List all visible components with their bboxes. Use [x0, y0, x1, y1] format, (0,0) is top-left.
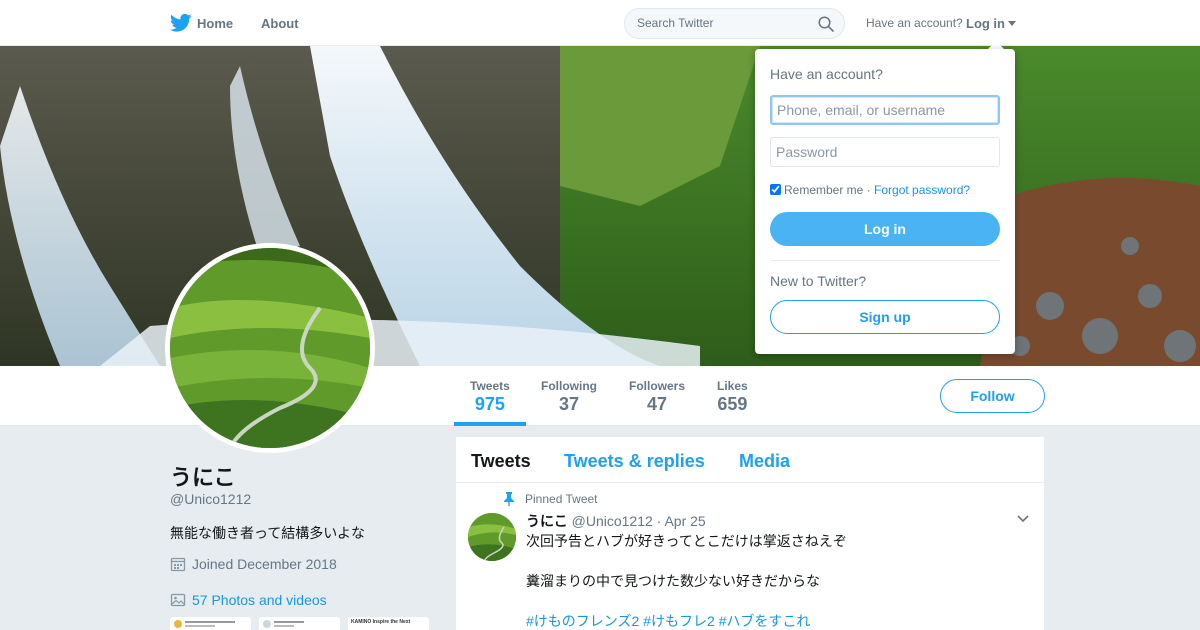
stat-following[interactable]: Following 37	[541, 379, 597, 415]
dropdown-title: Have an account?	[770, 66, 883, 82]
tweet-author-handle[interactable]: @Unico1212	[572, 513, 653, 529]
stat-value: 47	[646, 394, 668, 414]
new-to-twitter-label: New to Twitter?	[770, 273, 867, 289]
remember-me-label[interactable]: Remember me	[784, 183, 863, 197]
calendar-icon	[170, 557, 186, 572]
remember-row: Remember me · Forgot password?	[770, 183, 970, 197]
photo-thumbnail[interactable]	[259, 617, 340, 630]
tweet-author-name[interactable]: うにこ	[526, 513, 568, 529]
username-input[interactable]	[770, 95, 1000, 125]
photo-thumbnail[interactable]: KAMINO Inspire the Next	[348, 617, 429, 630]
login-menu-link[interactable]: Log in	[966, 16, 1005, 31]
pin-icon	[504, 492, 514, 506]
profile-joined: Joined December 2018	[170, 556, 337, 572]
have-account-label: Have an account?	[866, 16, 963, 30]
top-navigation: Home About Have an account? Log in	[0, 0, 1200, 46]
thumbnail-caption: KAMINO Inspire the Next	[351, 619, 411, 625]
tab-tweets[interactable]: Tweets	[471, 451, 531, 472]
tweet-avatar[interactable]	[468, 513, 516, 561]
nav-about-link[interactable]: About	[261, 16, 299, 31]
login-dropdown: Have an account? Remember me · Forgot pa…	[755, 49, 1015, 354]
stat-label: Following	[541, 379, 597, 393]
forgot-password-link[interactable]: Forgot password?	[874, 183, 970, 197]
chevron-down-icon[interactable]	[1017, 515, 1029, 523]
stat-label: Followers	[629, 379, 686, 393]
pinned-tweet-label: Pinned Tweet	[525, 492, 598, 506]
profile-bio: 無能な働き者って結構多いよな	[170, 525, 366, 541]
stat-label: Likes	[717, 379, 748, 393]
tweet-date[interactable]: · Apr 25	[657, 513, 706, 529]
active-stat-underline	[454, 422, 526, 426]
stat-likes[interactable]: Likes 659	[717, 379, 748, 415]
joined-text: Joined December 2018	[192, 556, 337, 572]
divider	[770, 260, 1000, 261]
signup-button[interactable]: Sign up	[770, 300, 1000, 334]
photo-icon	[170, 593, 186, 607]
profile-handle[interactable]: @Unico1212	[170, 491, 251, 507]
stat-label: Tweets	[470, 379, 510, 393]
timeline-tabs: Tweets Tweets & replies Media	[456, 437, 1044, 483]
profile-name[interactable]: うにこ	[170, 460, 236, 492]
password-input[interactable]	[770, 137, 1000, 167]
photos-videos-link[interactable]: 57 Photos and videos	[170, 592, 327, 608]
stat-value: 37	[558, 394, 580, 414]
caret-down-icon[interactable]	[1008, 21, 1016, 26]
dropdown-arrow	[988, 41, 1004, 49]
search-icon[interactable]	[818, 16, 834, 32]
twitter-bird-icon[interactable]	[170, 13, 192, 33]
tweet-header: うにこ @Unico1212 · Apr 25	[526, 511, 706, 531]
timeline: Tweets Tweets & replies Media Pinned Twe…	[456, 437, 1044, 630]
tweet-text-line: 糞溜まりの中で見つけた数少ない好きだからな	[526, 573, 820, 589]
stat-value: 975	[474, 394, 505, 414]
search-input[interactable]	[637, 16, 812, 30]
tweet-hashtags[interactable]: #けものフレンズ2 #けもフレ2 #ハブをすこれ	[526, 611, 810, 630]
tab-media[interactable]: Media	[739, 451, 790, 472]
photos-text: 57 Photos and videos	[192, 592, 327, 608]
stat-followers[interactable]: Followers 47	[629, 379, 685, 415]
follow-button[interactable]: Follow	[940, 379, 1045, 413]
separator: ·	[863, 183, 875, 197]
photo-thumbnail[interactable]	[170, 617, 251, 630]
tweet-text-line: 次回予告とハブが好きってとこだけは掌返さねえぞ	[526, 533, 847, 549]
stat-tweets[interactable]: Tweets 975	[470, 379, 510, 415]
stat-value: 659	[717, 394, 748, 414]
nav-home-link[interactable]: Home	[197, 16, 233, 31]
profile-avatar[interactable]	[165, 243, 375, 453]
remember-me-checkbox[interactable]	[770, 184, 781, 195]
search-box	[624, 8, 845, 39]
login-button[interactable]: Log in	[770, 212, 1000, 246]
tab-tweets-replies[interactable]: Tweets & replies	[564, 451, 705, 472]
